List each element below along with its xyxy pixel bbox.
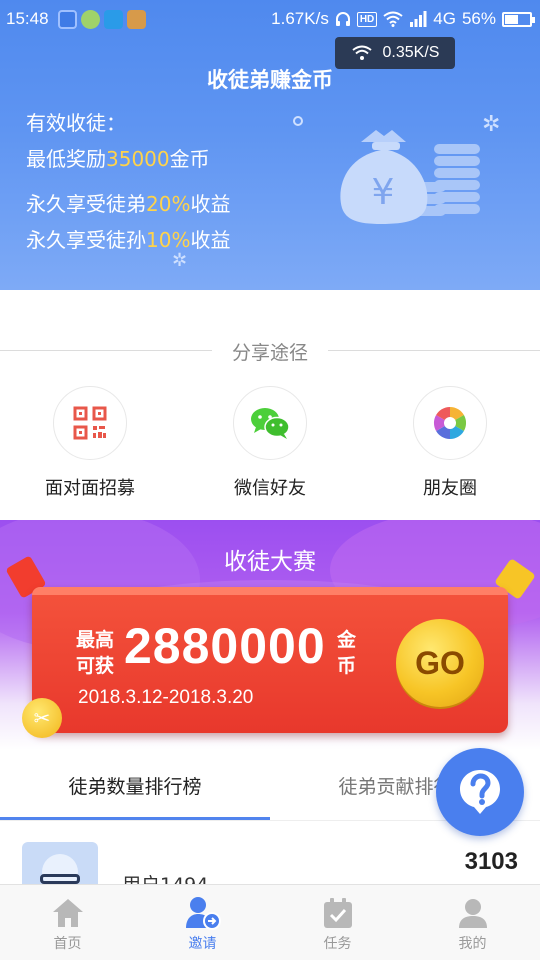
nav-label: 邀请 [188, 936, 217, 952]
share-section: 分享途径 面对面招募 微信好友 朋友圈 [0, 290, 540, 520]
share-header: 分享途径 [0, 338, 540, 364]
status-right-group: 1.67K/s HD 4G 56% [271, 9, 535, 29]
status-bar: 15:48 1.67K/s HD 4G 56% [0, 0, 540, 38]
hero-line-min-reward: 最低奖励35000金币 [26, 143, 210, 172]
task-icon [318, 895, 358, 931]
divider-line [328, 350, 540, 351]
contest-reward-card[interactable]: 最高 可获 2880000 金 币 2018.3.12-2018.3.20 GO [32, 587, 508, 733]
nav-label: 首页 [53, 936, 82, 952]
card-unit-label: 金 币 [337, 627, 356, 679]
contest-reward-amount: 2880000 [124, 618, 326, 674]
home-icon [48, 895, 88, 931]
share-label: 朋友圈 [423, 478, 477, 499]
bottom-nav: 首页 邀请 任务 我的 [0, 884, 540, 960]
hero-line2-prefix: 最低奖励 [26, 147, 106, 171]
money-bag-symbol: ¥ [372, 172, 395, 213]
share-circle[interactable] [233, 386, 307, 460]
card-max-line2: 可获 [76, 655, 115, 677]
share-moments[interactable]: 朋友圈 [370, 386, 530, 500]
status-notification-icons [58, 10, 146, 29]
nav-label: 我的 [458, 936, 487, 952]
share-circle[interactable] [413, 386, 487, 460]
share-wechat-friends[interactable]: 微信好友 [190, 386, 350, 500]
hero-title: 收徒弟赚金币 [207, 68, 333, 92]
signal-icon [410, 11, 427, 27]
battery-fill [505, 14, 519, 24]
wifi-icon [351, 45, 372, 60]
hero-line-grand-apprentice-share: 永久享受徒孙10%收益 [26, 224, 230, 253]
hero-line4-prefix: 永久享受徒孙 [26, 228, 146, 252]
contest-dates: 2018.3.12-2018.3.20 [78, 687, 254, 708]
card-unit-line2: 币 [337, 655, 357, 677]
profile-icon [453, 895, 493, 931]
plus-notification-icon [81, 10, 100, 29]
hero-apprentice-percent: 20% [146, 192, 191, 216]
qr-code-icon [73, 406, 107, 440]
hero-grand-percent: 10% [146, 228, 191, 252]
share-face-to-face[interactable]: 面对面招募 [10, 386, 170, 500]
avatar-glasses [40, 874, 80, 884]
hero-line-valid: 有效收徒： [26, 111, 126, 135]
battery-percent: 56% [461, 9, 496, 28]
headphone-icon [335, 12, 350, 26]
share-header-text: 分享途径 [231, 342, 308, 364]
card-max-label: 最高 可获 [76, 627, 114, 679]
sparkle-icon: ✲ [172, 250, 188, 271]
card-unit-line1: 金 [337, 629, 357, 651]
popup-speed-text: 0.35K/S [382, 44, 440, 61]
help-button[interactable] [436, 748, 524, 836]
wechat-icon [251, 408, 290, 439]
go-button[interactable]: GO [396, 619, 484, 707]
hero-reward-amount: 35000 [106, 147, 170, 171]
network-speed-popup: 0.35K/S [335, 37, 455, 69]
apprentice-contest-banner[interactable]: 收徒大赛 最高 可获 2880000 金 币 2018.3.12-2018.3.… [0, 520, 540, 750]
list-item[interactable]: 用户1494 3103 [0, 822, 540, 884]
hero-line-apprentice-share: 永久享受徒弟20%收益 [26, 188, 230, 217]
question-icon [460, 770, 500, 814]
nav-profile[interactable]: 我的 [405, 895, 540, 953]
nav-invite[interactable]: 邀请 [135, 895, 270, 953]
lock-notification-icon [58, 10, 77, 29]
battery-icon [502, 11, 535, 27]
invite-icon [183, 895, 223, 931]
nav-label: 任务 [323, 936, 352, 952]
hero-line2-suffix: 金币 [169, 147, 210, 171]
hero-line3-suffix: 收益 [190, 192, 231, 216]
tab-apprentice-count[interactable]: 徒弟数量排行榜 [0, 772, 270, 799]
contest-title: 收徒大赛 [224, 549, 316, 575]
wifi-icon [383, 11, 403, 27]
money-bag-illustration: ¥ [340, 130, 480, 224]
nav-tasks[interactable]: 任务 [270, 895, 405, 953]
avatar [22, 842, 98, 884]
invite-hero-banner: 15:48 1.67K/s HD 4G 56% 收徒弟赚金币 有效收徒： 最低奖… [0, 0, 540, 290]
app-notification-icon [127, 10, 146, 29]
card-max-line1: 最高 [76, 629, 115, 651]
nav-home[interactable]: 首页 [0, 895, 135, 953]
network-speed: 1.67K/s [271, 9, 329, 28]
hd-badge: HD [356, 11, 378, 27]
user-name: 用户1494 [122, 870, 208, 884]
apprentice-count: 3103 [464, 848, 518, 875]
share-label: 面对面招募 [45, 478, 135, 499]
hero-line3-prefix: 永久享受徒弟 [26, 192, 146, 216]
share-circle[interactable] [53, 386, 127, 460]
share-label: 微信好友 [234, 478, 306, 499]
moments-icon [433, 406, 467, 440]
hero-line4-suffix: 收益 [190, 228, 231, 252]
signal-type: 4G [433, 9, 456, 28]
scan-notification-icon [104, 10, 123, 29]
coin-icon: ✂ [22, 698, 62, 738]
decor-dot [293, 116, 303, 126]
status-time: 15:48 [6, 9, 49, 28]
